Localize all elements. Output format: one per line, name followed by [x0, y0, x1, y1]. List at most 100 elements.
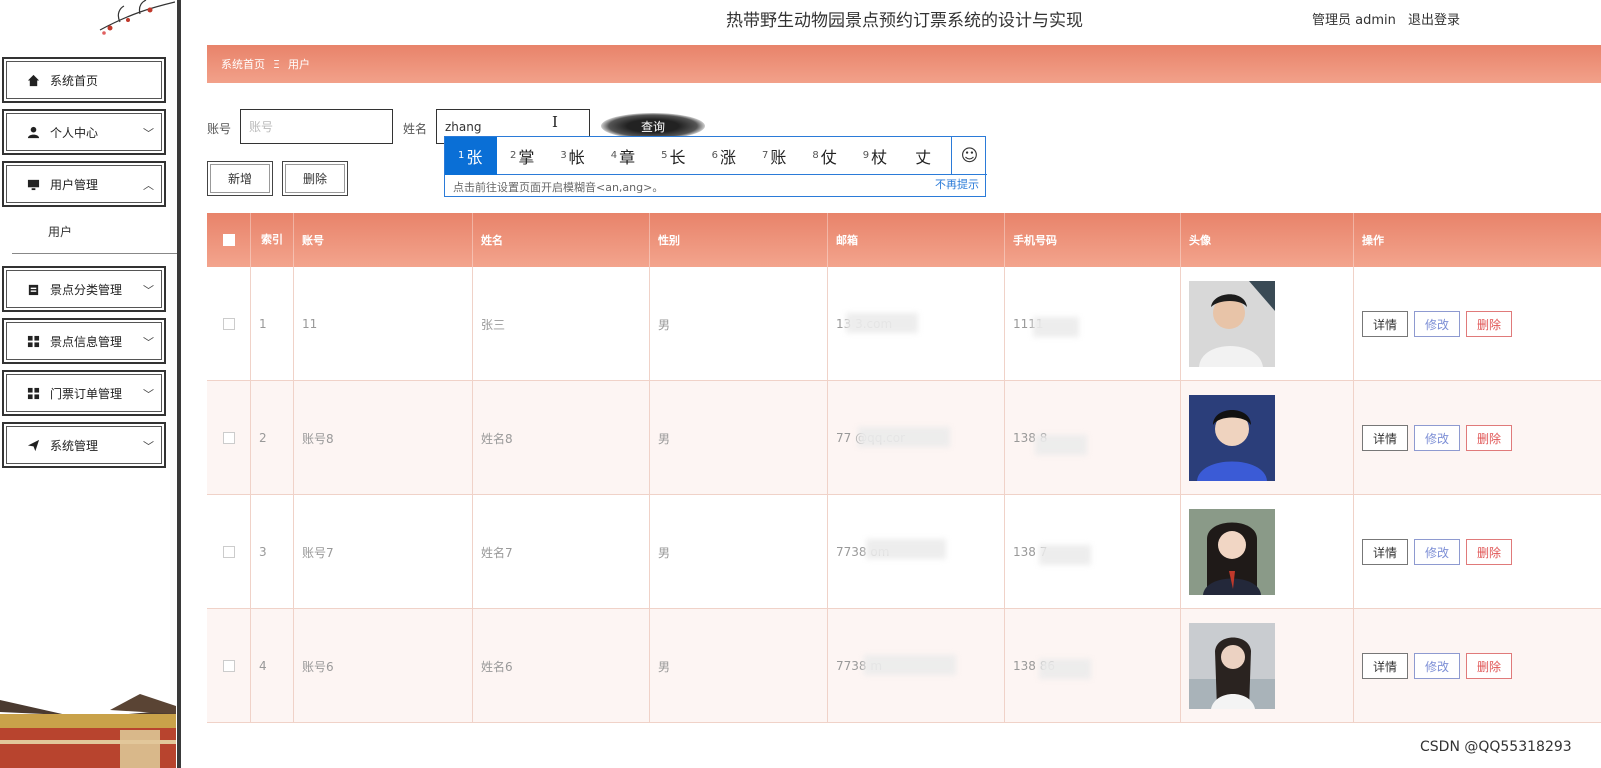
select-all-checkbox-cell — [207, 213, 251, 267]
edit-button[interactable]: 修改 — [1414, 539, 1461, 565]
chevron-down-icon: ﹀ — [143, 388, 154, 401]
avatar-cell — [1181, 609, 1354, 723]
edit-button[interactable]: 修改 — [1414, 311, 1461, 337]
phone-cell: 1111 — [1005, 267, 1181, 381]
ime-candidate-char: 长 — [669, 147, 686, 167]
phone-cell: 138 7 — [1005, 495, 1181, 609]
column-header: 索引 — [251, 213, 294, 267]
row-checkbox[interactable] — [222, 546, 235, 558]
phone-cell: 138 86 — [1005, 609, 1181, 723]
detail-button[interactable]: 详情 — [1362, 539, 1409, 565]
redaction-blur — [1033, 317, 1079, 337]
email-cell: 7738 om — [828, 495, 1005, 609]
sidebar-item-user-management[interactable]: 用户管理 ︿ — [2, 161, 166, 207]
table-row: 2账号8姓名8男77 @qq.cor138 8 详情修改删除 — [207, 381, 1601, 495]
account-cell: 账号8 — [294, 381, 473, 495]
table-row: 111张三男13 3.com 1111详情修改删除 — [207, 267, 1601, 381]
name-label: 姓名 — [403, 122, 428, 136]
index-cell: 2 — [251, 381, 294, 495]
ime-candidate-list: 1张2掌3帐4章5长6涨7账8仗9杖丈 — [445, 136, 951, 175]
ime-candidate-number: 3 — [560, 150, 567, 161]
ime-candidate-number: 7 — [761, 150, 769, 161]
ime-candidate[interactable]: 3帐 — [547, 137, 597, 175]
batch-delete-button[interactable]: 删除 — [282, 161, 348, 196]
email-cell: 7738 m — [828, 609, 1005, 723]
breadcrumb: 系统首页 Ξ 用户 — [207, 45, 1601, 83]
user-table: 索引 账号 姓名 性别 邮箱 手机号码 头像 操作 111张三男13 3.com… — [207, 213, 1601, 723]
sidebar-item-scenic-category[interactable]: 景点分类管理 ﹀ — [2, 266, 166, 312]
page: 系统首页 个人中心 ﹀ 用户管理 ︿ 用户 景点分类管理 ﹀ 景点信息管理 ﹀ … — [0, 0, 1601, 768]
operations-cell: 详情 修改 删除 — [1354, 609, 1601, 723]
name-cell: 姓名6 — [473, 609, 650, 723]
palace-illustration — [0, 690, 176, 768]
send-icon — [26, 438, 40, 452]
ime-candidate-char: 帐 — [568, 147, 585, 167]
select-all-checkbox[interactable] — [222, 234, 235, 246]
emoji-icon[interactable]: ☺ — [951, 137, 987, 175]
chevron-up-icon: ︿ — [143, 179, 154, 192]
avatar-cell — [1181, 495, 1354, 609]
ime-candidate-number: 8 — [812, 150, 819, 161]
ime-candidate[interactable]: 1张 — [445, 136, 497, 175]
ime-candidate-number: 2 — [510, 150, 517, 161]
column-header: 头像 — [1181, 213, 1354, 267]
sidebar-item-label: 系统管理 — [50, 438, 99, 453]
gender-cell: 男 — [650, 381, 828, 495]
ime-candidate[interactable]: 4章 — [598, 137, 648, 175]
sidebar-subitem-users[interactable]: 用户 — [0, 213, 170, 249]
sidebar-item-home[interactable]: 系统首页 — [2, 57, 166, 103]
ime-candidate[interactable]: 5长 — [648, 137, 698, 175]
sidebar-item-ticket-orders[interactable]: 门票订单管理 ﹀ — [2, 370, 166, 416]
add-button[interactable]: 新增 — [207, 161, 273, 196]
edit-button[interactable]: 修改 — [1414, 425, 1461, 451]
sidebar-item-profile[interactable]: 个人中心 ﹀ — [2, 109, 166, 155]
breadcrumb-home[interactable]: 系统首页 — [221, 56, 265, 72]
avatar — [1189, 623, 1275, 709]
ime-candidate-number: 1 — [458, 150, 465, 161]
ime-candidate[interactable]: 2掌 — [497, 137, 547, 175]
delete-button[interactable]: 删除 — [1466, 653, 1513, 679]
name-cell: 姓名8 — [473, 381, 650, 495]
sidebar-item-system[interactable]: 系统管理 ﹀ — [2, 422, 166, 468]
chevron-down-icon: ﹀ — [143, 336, 154, 349]
ime-candidate[interactable]: 7账 — [749, 137, 799, 175]
breadcrumb-separator-icon: Ξ — [273, 57, 280, 71]
ime-candidate-number: 5 — [661, 150, 668, 161]
ime-candidate[interactable]: 8仗 — [799, 137, 849, 175]
chevron-down-icon: ﹀ — [143, 284, 154, 297]
ime-candidate[interactable]: 丈 — [900, 137, 944, 175]
ime-candidate-char: 章 — [619, 147, 636, 167]
ime-candidate[interactable]: 9杖 — [850, 137, 900, 175]
delete-button[interactable]: 删除 — [1466, 539, 1513, 565]
page-title: 热带野生动物园景点预约订票系统的设计与实现 — [726, 11, 1083, 31]
detail-button[interactable]: 详情 — [1362, 311, 1409, 337]
avatar-cell — [1181, 267, 1354, 381]
logout-link[interactable]: 退出登录 — [1408, 13, 1460, 28]
monitor-icon — [26, 177, 40, 191]
table-body: 111张三男13 3.com 1111详情修改删除2账号8姓名8男77 @qq.… — [207, 267, 1601, 723]
column-header: 操作 — [1362, 234, 1384, 247]
ime-hint[interactable]: 点击前往设置页面开启模糊音<an,ang>。 — [445, 175, 985, 197]
row-checkbox[interactable] — [222, 432, 235, 444]
sidebar-subitem-label: 用户 — [48, 224, 73, 239]
delete-button[interactable]: 删除 — [1466, 425, 1513, 451]
detail-button[interactable]: 详情 — [1362, 425, 1409, 451]
avatar — [1189, 281, 1275, 367]
ime-dismiss-link[interactable]: 不再提示 — [935, 176, 979, 192]
row-checkbox[interactable] — [222, 660, 235, 672]
redaction-blur — [864, 655, 956, 675]
table-row: 4 账号6 姓名6 男 7738 m 138 86 详情 修改 删除 — [207, 609, 1601, 723]
row-checkbox-cell — [207, 267, 251, 381]
text-cursor-icon: I — [552, 113, 558, 131]
row-checkbox[interactable] — [222, 318, 235, 330]
detail-button[interactable]: 详情 — [1362, 653, 1409, 679]
account-input[interactable] — [240, 109, 393, 144]
clipboard-icon — [26, 282, 40, 296]
delete-button[interactable]: 删除 — [1466, 311, 1513, 337]
index-cell: 4 — [251, 609, 294, 723]
edit-button[interactable]: 修改 — [1414, 653, 1461, 679]
name-cell: 姓名7 — [473, 495, 650, 609]
sidebar-item-scenic-info[interactable]: 景点信息管理 ﹀ — [2, 318, 166, 364]
person-icon — [26, 125, 40, 139]
ime-candidate[interactable]: 6涨 — [699, 137, 749, 175]
